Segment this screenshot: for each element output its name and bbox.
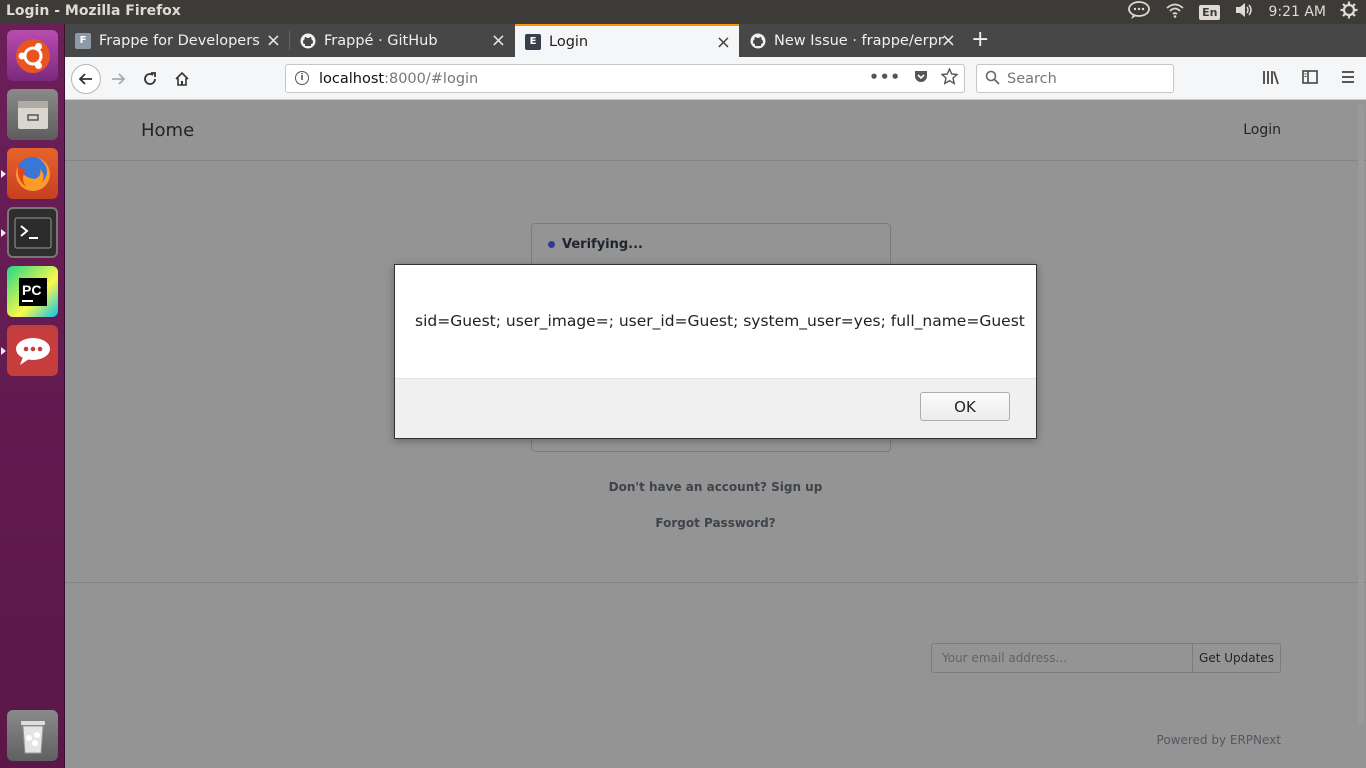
tab-frappe-for-developers[interactable]: F Frappe for Developers × bbox=[65, 24, 290, 57]
wifi-icon[interactable] bbox=[1165, 2, 1185, 22]
tab-label: Login bbox=[549, 33, 589, 50]
forward-button[interactable] bbox=[103, 64, 133, 94]
volume-icon[interactable] bbox=[1234, 2, 1254, 22]
keyboard-language-indicator[interactable]: En bbox=[1199, 4, 1221, 20]
running-indicator bbox=[1, 170, 6, 178]
back-button[interactable] bbox=[71, 64, 101, 94]
hamburger-menu-icon[interactable] bbox=[1340, 69, 1356, 89]
firefox-icon[interactable] bbox=[7, 148, 58, 199]
page-actions-icon[interactable]: ••• bbox=[869, 68, 901, 89]
tab-bar: F Frappe for Developers × Frappé · GitHu… bbox=[65, 24, 1366, 57]
pycharm-icon[interactable]: PC bbox=[7, 266, 58, 317]
tab-label: New Issue · frappe/erpn bbox=[774, 32, 944, 49]
ok-button[interactable]: OK bbox=[920, 392, 1010, 421]
sidebar-icon[interactable] bbox=[1302, 69, 1318, 89]
close-tab-icon[interactable]: × bbox=[716, 32, 731, 53]
terminal-icon[interactable] bbox=[7, 207, 58, 258]
running-indicator bbox=[1, 347, 6, 355]
pocket-icon[interactable] bbox=[913, 68, 929, 89]
alert-dialog: sid=Guest; user_image=; user_id=Guest; s… bbox=[394, 264, 1037, 439]
alert-footer: OK bbox=[395, 378, 1036, 438]
bookmark-star-icon[interactable] bbox=[940, 67, 959, 89]
alert-message: sid=Guest; user_image=; user_id=Guest; s… bbox=[415, 312, 1025, 330]
ubuntu-dash-icon[interactable] bbox=[7, 30, 58, 81]
unity-launcher: PC bbox=[0, 24, 65, 768]
close-tab-icon[interactable]: × bbox=[941, 30, 956, 51]
frappe-favicon-icon: F bbox=[75, 32, 91, 49]
search-placeholder: Search bbox=[1007, 70, 1057, 87]
erpnext-favicon-icon: E bbox=[525, 33, 541, 50]
page-scrollbar[interactable] bbox=[1354, 100, 1366, 768]
running-indicator bbox=[1, 229, 6, 237]
library-icon[interactable] bbox=[1262, 69, 1280, 89]
close-tab-icon[interactable]: × bbox=[266, 30, 281, 51]
close-tab-icon[interactable]: × bbox=[491, 30, 506, 51]
search-icon bbox=[985, 70, 1000, 89]
rocket-chat-icon[interactable] bbox=[7, 325, 58, 376]
tab-new-issue[interactable]: New Issue · frappe/erpn × bbox=[740, 24, 964, 57]
url-bar[interactable]: i localhost:8000/#login ••• bbox=[285, 64, 965, 93]
github-favicon-icon bbox=[750, 33, 766, 49]
chat-notification-icon[interactable] bbox=[1127, 0, 1151, 24]
power-gear-icon[interactable] bbox=[1340, 1, 1358, 23]
tab-label: Frappé · GitHub bbox=[324, 32, 438, 49]
arrow-right-icon bbox=[112, 73, 126, 85]
reload-button[interactable] bbox=[135, 64, 165, 94]
reload-icon bbox=[144, 72, 156, 85]
url-path: :8000/#login bbox=[384, 70, 479, 87]
arrow-left-icon bbox=[78, 73, 92, 85]
tab-label: Frappe for Developers bbox=[99, 32, 260, 49]
github-favicon-icon bbox=[300, 33, 316, 49]
search-bar[interactable]: Search bbox=[976, 64, 1174, 93]
home-icon bbox=[175, 71, 189, 86]
home-button[interactable] bbox=[167, 64, 197, 94]
system-top-bar: Login - Mozilla Firefox En 9:21 AM bbox=[0, 0, 1366, 24]
trash-icon[interactable] bbox=[7, 710, 58, 761]
scrollbar-thumb[interactable] bbox=[1358, 104, 1364, 724]
url-host: localhost bbox=[319, 70, 385, 87]
tab-login[interactable]: E Login × bbox=[515, 24, 739, 57]
new-tab-plus-icon[interactable]: + bbox=[971, 27, 989, 52]
window-title: Login - Mozilla Firefox bbox=[6, 3, 181, 19]
navigation-toolbar: i localhost:8000/#login ••• Search bbox=[65, 57, 1366, 100]
system-tray: En 9:21 AM bbox=[1127, 0, 1366, 24]
site-info-icon[interactable]: i bbox=[295, 71, 309, 85]
tab-frappe-github[interactable]: Frappé · GitHub × bbox=[290, 24, 514, 57]
svg-text:PC: PC bbox=[22, 282, 41, 298]
files-icon[interactable] bbox=[7, 89, 58, 140]
clock[interactable]: 9:21 AM bbox=[1268, 4, 1326, 20]
